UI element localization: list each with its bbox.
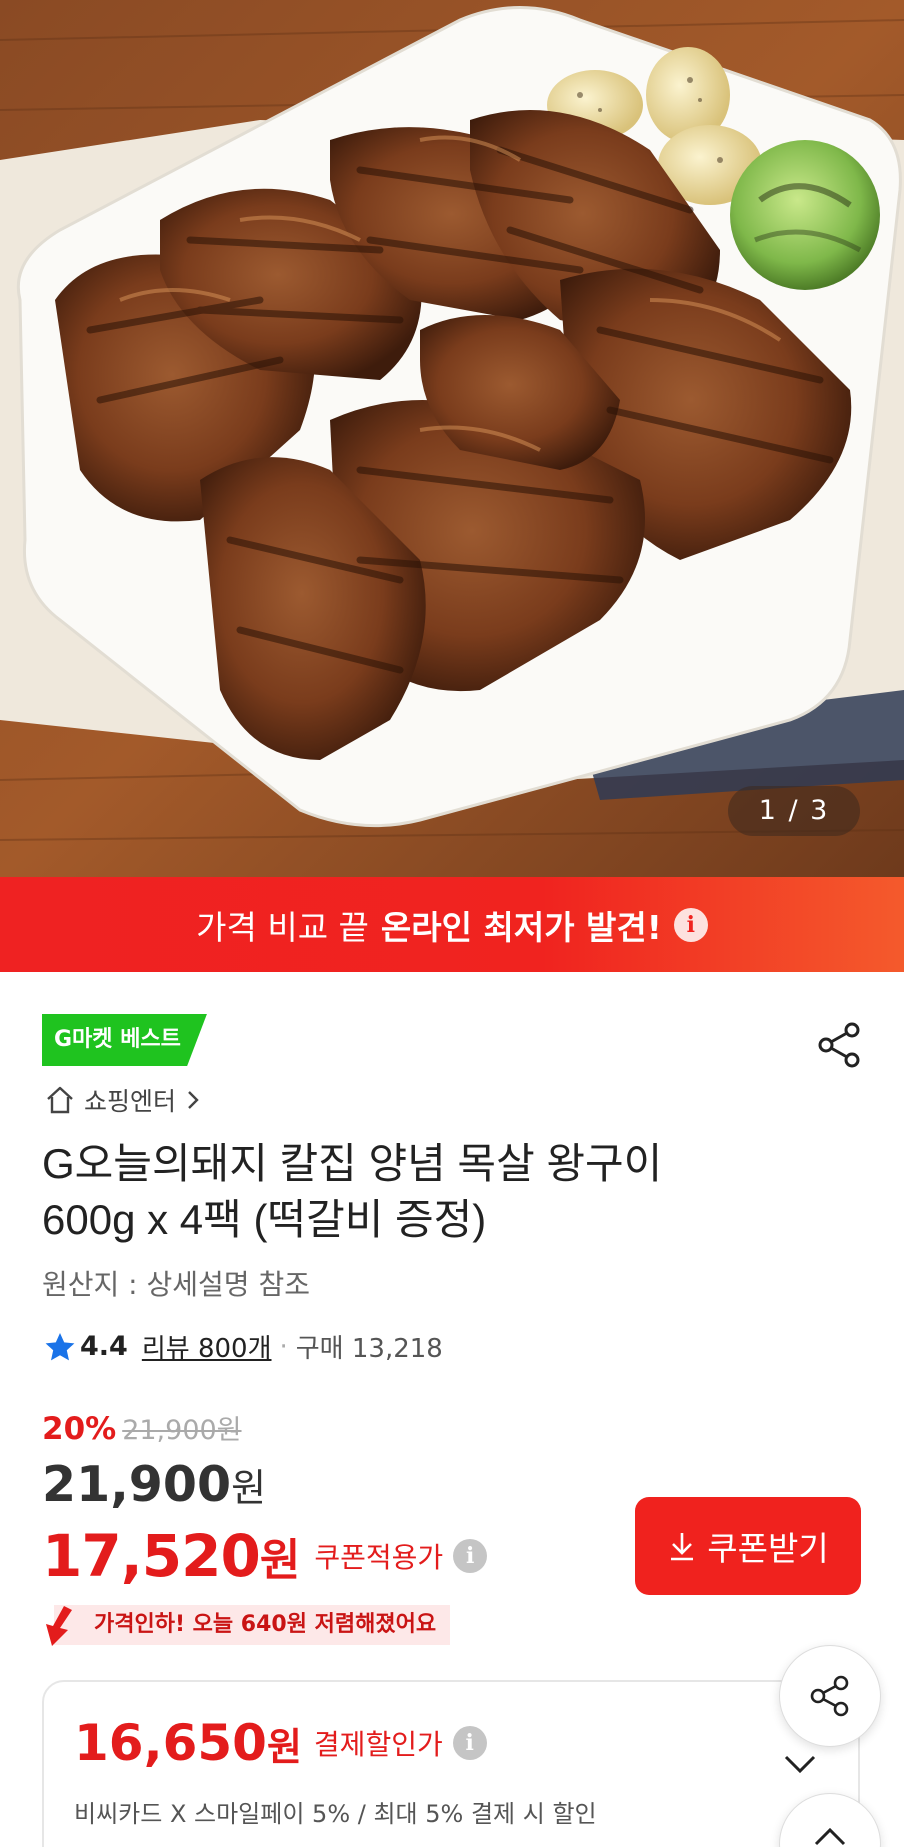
discount-row: 20% 21,900원 [42,1408,242,1447]
coupon-price-label: 쿠폰적용가 [314,1541,444,1574]
home-icon [47,1086,73,1114]
pay-price-label: 결제할인가 [313,1728,443,1761]
sale-price-value: 21,900 [42,1456,232,1513]
separator-dot: · [279,1331,288,1362]
price-drop-note: 가격인하! 오늘 640원 저렴해졌어요 [42,1604,451,1646]
seller-name: 쇼핑엔터 [84,1087,177,1116]
product-title: G오늘의돼지 칼집 양념 목살 왕구이 600g x 4팩 (떡갈비 증정) [42,1136,842,1248]
banner-prefix: 가격 비교 끝 [196,907,369,947]
discount-percent: 20% [42,1411,117,1447]
product-image[interactable]: 1 / 3 [0,0,904,877]
get-coupon-button[interactable]: 쿠폰받기 [635,1497,861,1595]
info-icon[interactable]: i [673,907,708,942]
price-down-arrow-icon [46,1606,72,1646]
price-drop-text: 가격인하! 오늘 640원 저렴해졌어요 [54,1605,451,1645]
origin-info: 원산지 : 상세설명 참조 [42,1268,310,1301]
get-coupon-label: 쿠폰받기 [707,1529,829,1568]
share-icon[interactable] [814,1020,864,1070]
pay-discount-desc: 비씨카드 X 스마일페이 5% / 최대 5% 결제 시 할인 [74,1800,597,1828]
lowest-price-banner[interactable]: 가격 비교 끝 온라인 최저가 발견! i [0,877,904,972]
payment-discount-card[interactable]: 16,650 원 결제할인가 i 비씨카드 X 스마일페이 5% / 최대 5%… [42,1680,860,1847]
chevron-right-icon [188,1091,199,1109]
rating-score: 4.4 [80,1331,128,1362]
info-icon[interactable]: i [453,1539,488,1573]
rating-row: 4.4 리뷰 800개 · 구매 13,218 [44,1328,443,1365]
coupon-price-value: 17,520 [42,1522,261,1590]
chevron-down-icon[interactable] [782,1746,818,1782]
seller-link[interactable]: 쇼핑엔터 [44,1082,202,1118]
pay-price-value: 16,650 [74,1714,267,1772]
reviews-link[interactable]: 리뷰 800개 [142,1328,272,1365]
product-title-line2: 600g x 4팩 (떡갈비 증정) [42,1196,487,1243]
download-icon [671,1533,694,1561]
coupon-price: 17,520 원 쿠폰적용가 i [42,1522,488,1590]
product-title-line1: G오늘의돼지 칼집 양념 목살 왕구이 [42,1140,663,1187]
sale-price-unit: 원 [231,1466,267,1510]
pay-price-unit: 원 [266,1724,302,1769]
floating-share-button[interactable] [779,1645,881,1747]
star-icon [45,1332,75,1360]
arrow-up-icon [814,1827,846,1846]
gmarket-best-badge: G마켓 베스트 [42,1014,207,1066]
purchase-count: 구매 13,218 [295,1334,443,1364]
original-price: 21,900원 [122,1415,242,1446]
share-icon [810,1675,849,1717]
info-icon[interactable]: i [452,1726,487,1760]
banner-highlight: 온라인 최저가 발견! [380,907,662,947]
coupon-price-unit: 원 [259,1535,301,1586]
image-counter: 1 / 3 [728,786,860,836]
sale-price: 21,900원 [42,1456,266,1513]
